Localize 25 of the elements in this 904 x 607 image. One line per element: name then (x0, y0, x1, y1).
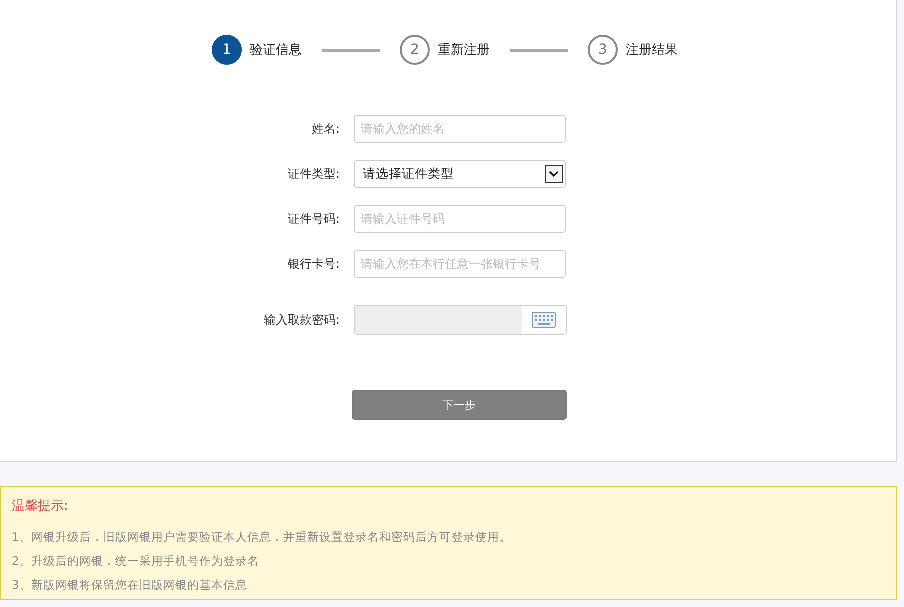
field-label: 银行卡号: (286, 256, 340, 272)
notice-item: 3、新版网银将保留您在旧版网银的基本信息 (12, 577, 248, 594)
field-label: 证件类型: (286, 166, 340, 182)
select-field[interactable]: 请选择证件类型 (354, 160, 566, 188)
step-label: 重新注册 (438, 42, 490, 59)
field-label: 输入取款密码: (262, 312, 340, 328)
step-number: 2 (400, 35, 430, 65)
dropdown-icon[interactable] (545, 165, 563, 183)
step-number: 3 (588, 35, 618, 65)
keyboard-icon[interactable] (532, 312, 556, 328)
notice-item: 2、升级后的网银，统一采用手机号作为登录名 (12, 553, 260, 570)
input-field[interactable]: 请输入您的姓名 (354, 115, 566, 143)
notice-title: 温馨提示: (12, 498, 70, 515)
step-connector (322, 48, 380, 52)
step-label: 注册结果 (626, 42, 678, 59)
password-field[interactable] (354, 305, 567, 335)
step-label: 验证信息 (250, 42, 302, 59)
field-label: 证件号码: (286, 210, 340, 228)
notice-item: 1、网银升级后，旧版网银用户需要验证本人信息，并重新设置登录名和密码后方可登录使用。 (12, 529, 512, 546)
input-field[interactable]: 请输入证件号码 (354, 205, 566, 233)
input-field[interactable]: 请输入您在本行任意一张银行卡号 (354, 250, 566, 278)
step-connector (510, 48, 568, 52)
field-label: 姓名: (310, 120, 340, 138)
step-number: 1 (212, 35, 242, 65)
next-button[interactable]: 下一步 (352, 390, 567, 420)
